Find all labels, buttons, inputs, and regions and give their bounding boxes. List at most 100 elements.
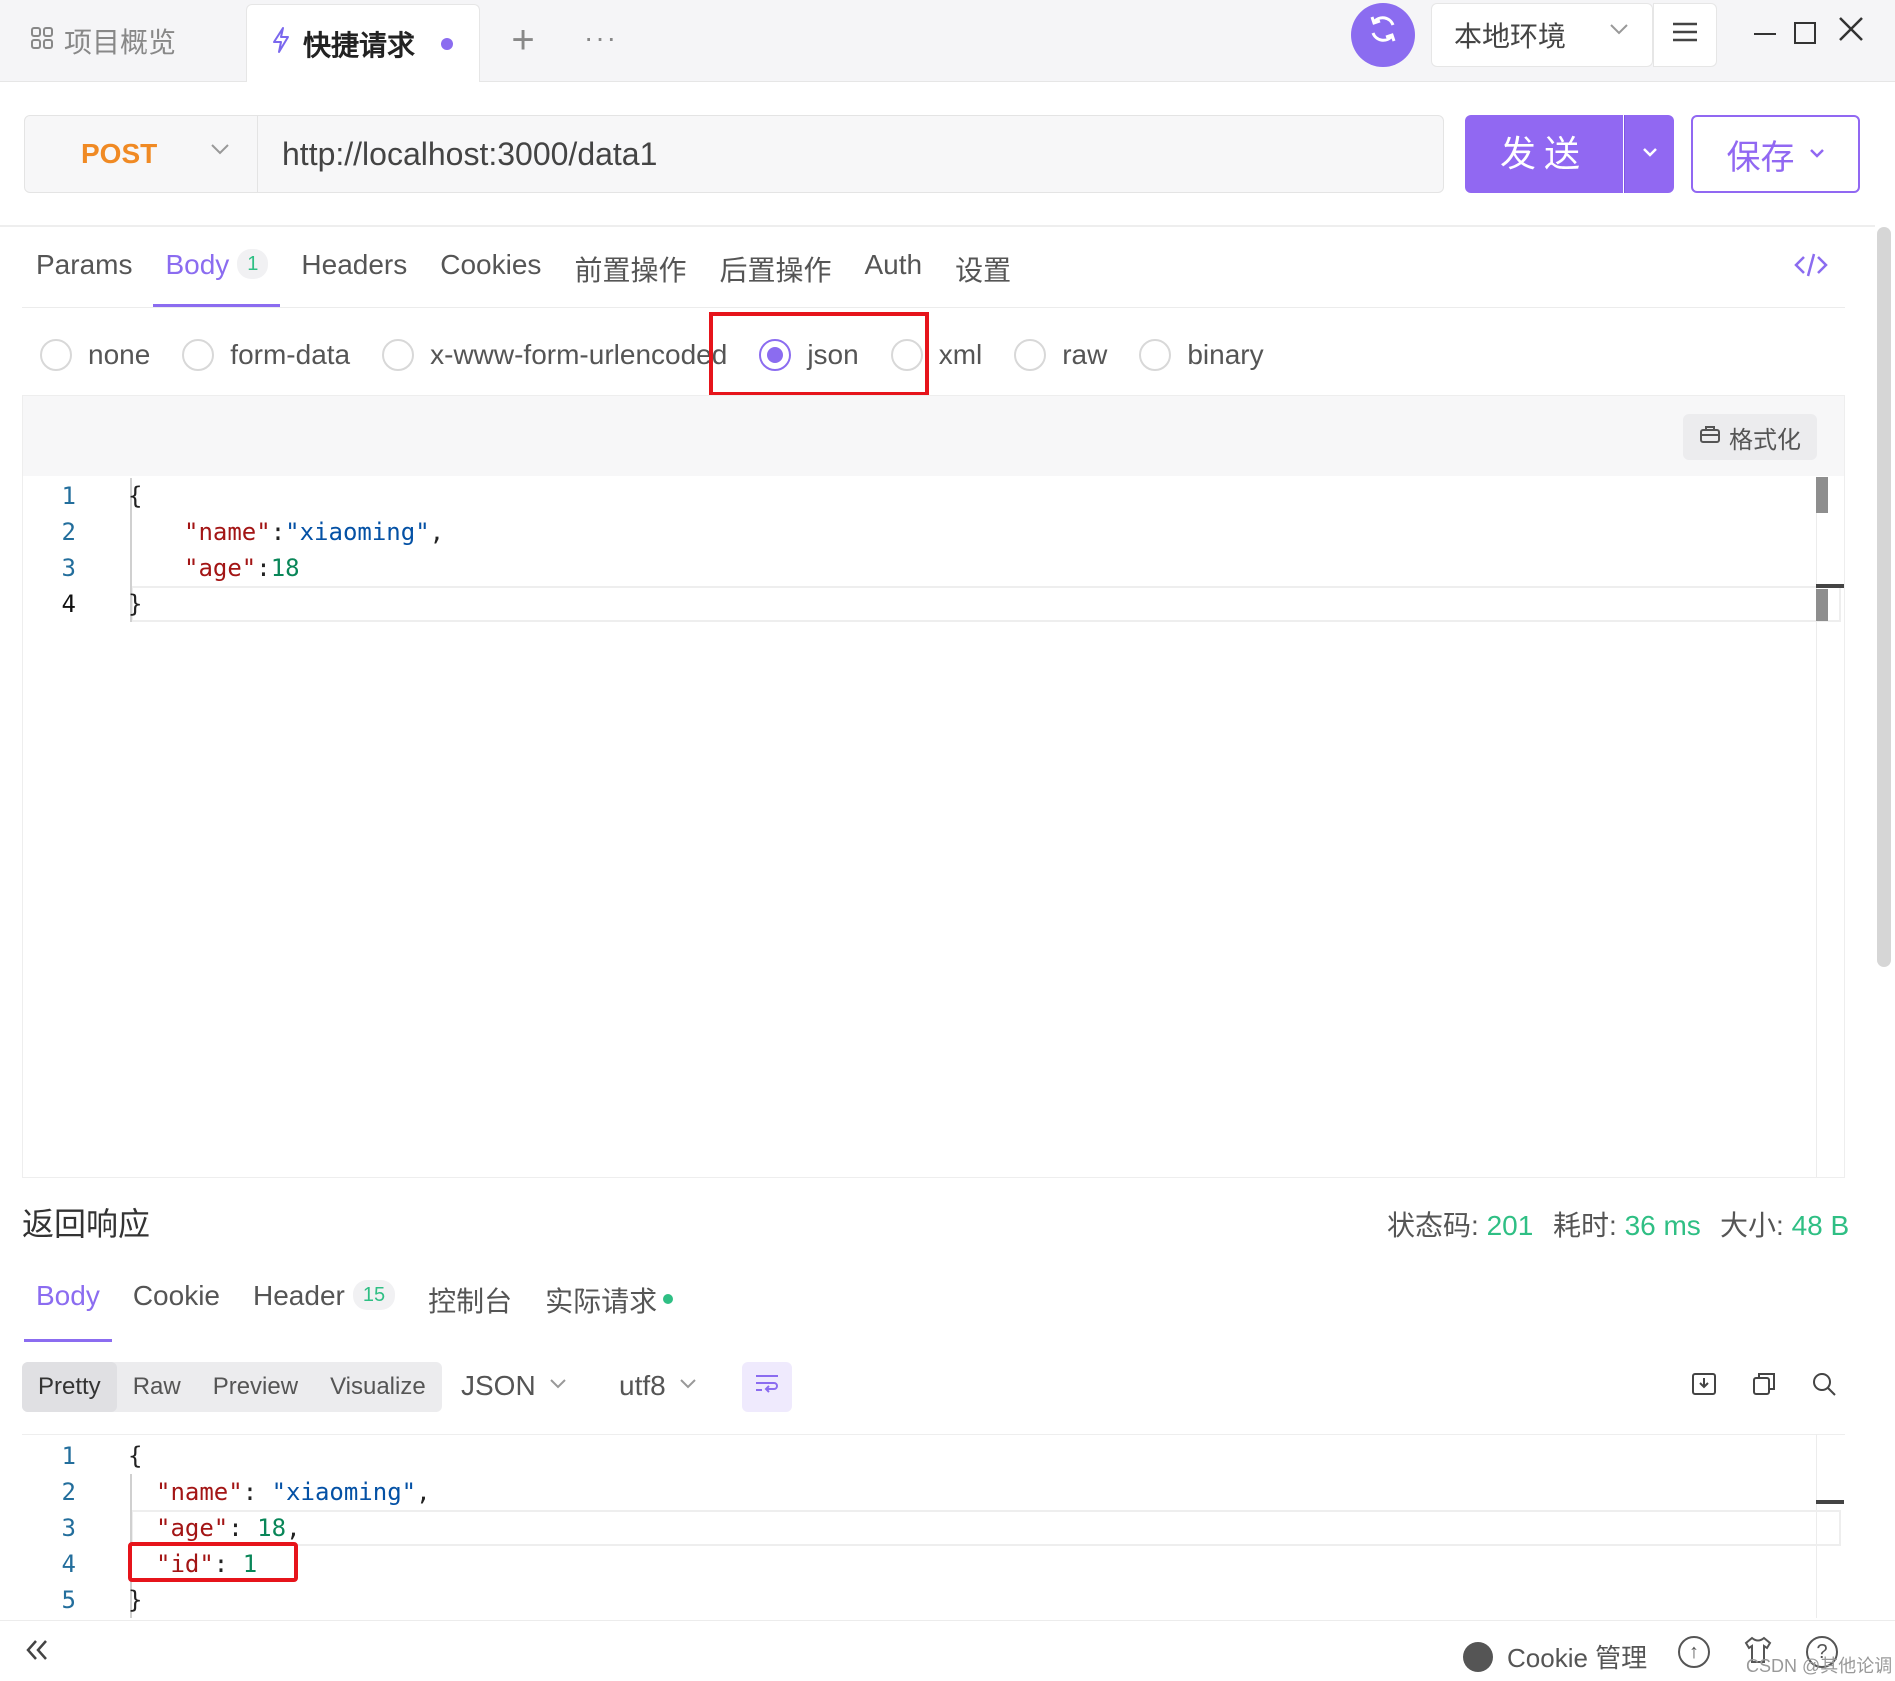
line-number: 5 <box>61 1586 76 1614</box>
view-pretty[interactable]: Pretty <box>22 1362 117 1412</box>
tab-body[interactable]: Body 1 <box>153 245 281 307</box>
window-minimize-button[interactable] <box>1750 16 1780 52</box>
chevron-down-icon <box>548 1373 568 1399</box>
json-punctuation: , <box>286 1514 301 1542</box>
request-body-editor[interactable] <box>22 395 1845 1178</box>
radio-circle <box>1014 339 1047 371</box>
tab-settings[interactable]: 设置 <box>955 245 1011 305</box>
save-button[interactable]: 保存 <box>1691 115 1860 193</box>
send-button[interactable]: 发送 <box>1465 115 1623 193</box>
tab-pre-processors[interactable]: 前置操作 <box>574 245 686 305</box>
add-tab-button[interactable]: + <box>500 18 546 64</box>
tab-label: 项目概览 <box>64 27 177 58</box>
request-tabs: Params Body 1 Headers Cookies 前置操作 后置操作 A… <box>36 245 1044 307</box>
format-button[interactable]: 格式化 <box>1683 414 1817 460</box>
json-value: 18 <box>257 1514 287 1542</box>
tab-cookies[interactable]: Cookies <box>440 245 541 305</box>
download-button[interactable] <box>1687 1370 1721 1404</box>
method-select[interactable]: POST <box>24 115 258 193</box>
more-tabs-button[interactable]: ··· <box>578 18 624 64</box>
environment-label: 本地环境 <box>1454 21 1567 52</box>
format-select[interactable]: JSON <box>461 1370 568 1402</box>
watermark: CSDN @其他论调 <box>1746 1656 1893 1676</box>
search-icon <box>1810 1373 1838 1404</box>
cookie-manager-button[interactable]: Cookie 管理 <box>1463 1638 1647 1675</box>
word-wrap-toggle[interactable] <box>742 1362 792 1412</box>
editor-scrollbar-thumb[interactable] <box>1816 477 1828 513</box>
radio-form-data[interactable]: form-data <box>182 339 350 371</box>
tab-post-processors[interactable]: 后置操作 <box>719 245 831 305</box>
size-value: 48 B <box>1791 1210 1850 1241</box>
current-line-highlight <box>131 586 1841 622</box>
line-number: 3 <box>61 1514 76 1542</box>
response-title: 返回响应 <box>22 1206 151 1242</box>
tab-label: Cookies <box>440 249 542 280</box>
radio-x-www-form-urlencoded[interactable]: x-www-form-urlencoded <box>382 339 727 371</box>
json-key: "name" <box>184 518 271 546</box>
response-time: 耗时: 36 ms <box>1553 1204 1701 1244</box>
code-line: 1{ <box>16 478 143 514</box>
radio-circle <box>1139 339 1172 371</box>
tab-label: 实际请求 <box>545 1286 658 1317</box>
save-label: 保存 <box>1726 138 1795 177</box>
tab-project-overview[interactable]: 项目概览 <box>0 0 246 82</box>
response-tabs: Body Cookie Header 15 控制台 实际请求 <box>24 1278 706 1342</box>
cookie-icon <box>1463 1641 1493 1672</box>
upload-button[interactable]: ↑ <box>1678 1636 1710 1668</box>
view-raw[interactable]: Raw <box>117 1362 197 1412</box>
copy-button[interactable] <box>1747 1370 1781 1404</box>
environment-select[interactable]: 本地环境 <box>1431 3 1653 67</box>
main-menu-button[interactable] <box>1653 3 1717 67</box>
tab-auth[interactable]: Auth <box>864 245 922 305</box>
search-button[interactable] <box>1807 1370 1841 1404</box>
tab-label: 快捷请求 <box>303 29 416 61</box>
view-visualize[interactable]: Visualize <box>314 1362 442 1412</box>
json-value: "xiaoming" <box>271 1478 417 1506</box>
tab-response-body[interactable]: Body <box>24 1278 112 1342</box>
encoding-select[interactable]: utf8 <box>619 1370 698 1402</box>
collapse-sidebar-button[interactable] <box>24 1637 50 1671</box>
tab-label: 后置操作 <box>719 255 832 286</box>
tab-params[interactable]: Params <box>36 245 132 305</box>
tab-quick-request[interactable]: 快捷请求 <box>246 4 480 82</box>
json-punctuation: , <box>429 518 445 546</box>
tab-label: Auth <box>864 249 923 280</box>
view-preview[interactable]: Preview <box>197 1362 314 1412</box>
send-options-button[interactable] <box>1624 115 1674 193</box>
method-label: POST <box>81 138 158 169</box>
tab-response-cookie[interactable]: Cookie <box>133 1278 220 1338</box>
chevron-down-icon <box>1809 141 1825 167</box>
count-badge: 1 <box>237 249 269 279</box>
code-icon <box>1794 253 1828 284</box>
divider <box>22 307 1845 308</box>
tab-response-header[interactable]: Header 15 <box>253 1278 396 1338</box>
tab-label: Cookie <box>132 1280 220 1311</box>
radio-binary[interactable]: binary <box>1139 339 1264 371</box>
tab-headers[interactable]: Headers <box>301 245 407 305</box>
annotation-highlight-box <box>128 1542 298 1582</box>
code-snippet-button[interactable] <box>1794 252 1828 285</box>
code-line: 4} <box>16 586 143 622</box>
chevron-down-icon <box>209 136 231 167</box>
radio-label: xml <box>938 339 983 370</box>
code-line: 2 "name":"xiaoming", <box>16 514 445 550</box>
window-close-button[interactable] <box>1834 12 1868 52</box>
json-separator: : <box>270 518 286 546</box>
tab-console[interactable]: 控制台 <box>428 1278 512 1338</box>
cookie-manager-label: Cookie 管理 <box>1507 1643 1648 1673</box>
tab-actual-request[interactable]: 实际请求 <box>545 1278 674 1338</box>
page-scrollbar[interactable] <box>1877 227 1891 967</box>
code-line: 3 "age":18 <box>16 550 300 586</box>
tab-label: Params <box>36 249 133 280</box>
window-maximize-button[interactable] <box>1794 22 1816 44</box>
editor-toolbar <box>23 396 1844 476</box>
radio-none[interactable]: none <box>40 339 150 371</box>
format-value: JSON <box>461 1370 536 1401</box>
time-label: 耗时: <box>1553 1210 1617 1241</box>
scrollbar-position-mark <box>1816 584 1844 588</box>
tab-label: 前置操作 <box>574 255 687 286</box>
body-type-group: none form-data x-www-form-urlencoded jso… <box>40 335 1264 375</box>
url-input[interactable]: http://localhost:3000/data1 <box>258 115 1444 193</box>
sync-button[interactable] <box>1351 3 1415 67</box>
radio-raw[interactable]: raw <box>1014 339 1107 371</box>
